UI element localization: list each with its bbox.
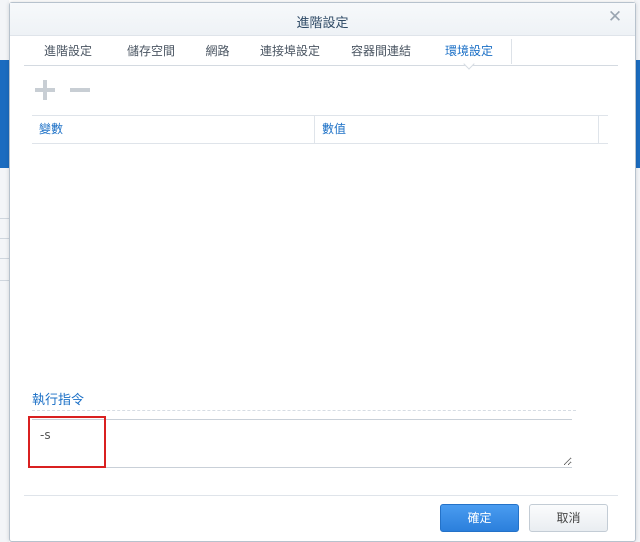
env-table-header: 變數 數值 <box>32 115 608 144</box>
remove-variable-button[interactable] <box>69 79 91 101</box>
section-divider <box>32 410 576 411</box>
command-field-top-border <box>32 419 572 420</box>
background-divider <box>0 258 9 259</box>
advanced-settings-dialog: 進階設定 ✕ 進階設定 儲存空間 網路 連接埠設定 容器間連結 環境設定 變數 … <box>9 2 636 542</box>
column-value[interactable]: 數值 <box>315 116 599 143</box>
background-divider <box>0 280 9 281</box>
dialog-titlebar: 進階設定 ✕ <box>10 3 635 36</box>
tab-storage[interactable]: 儲存空間 <box>112 39 191 64</box>
dialog-title: 進階設定 <box>296 16 349 31</box>
background-app-panel <box>0 60 9 168</box>
cancel-button[interactable]: 取消 <box>529 504 608 532</box>
background-app-left-edge <box>0 0 9 542</box>
tab-bar: 進階設定 儲存空間 網路 連接埠設定 容器間連結 環境設定 <box>24 39 618 66</box>
footer-divider <box>24 495 618 496</box>
command-input[interactable]: -s <box>32 421 572 466</box>
close-icon[interactable]: ✕ <box>607 9 623 26</box>
tab-port-settings[interactable]: 連接埠設定 <box>245 39 336 64</box>
tab-network[interactable]: 網路 <box>190 39 246 64</box>
command-field-bottom-border <box>32 467 572 468</box>
tab-environment[interactable]: 環境設定 <box>427 39 512 64</box>
tab-advanced-settings[interactable]: 進階設定 <box>24 39 113 64</box>
background-divider <box>0 238 9 239</box>
column-variable[interactable]: 變數 <box>32 116 315 143</box>
env-table-body <box>32 143 608 383</box>
tab-links[interactable]: 容器間連結 <box>335 39 428 64</box>
command-section-label: 執行指令 <box>32 393 85 408</box>
ok-button[interactable]: 確定 <box>440 504 519 532</box>
background-divider <box>0 218 9 219</box>
add-variable-button[interactable] <box>34 79 56 101</box>
